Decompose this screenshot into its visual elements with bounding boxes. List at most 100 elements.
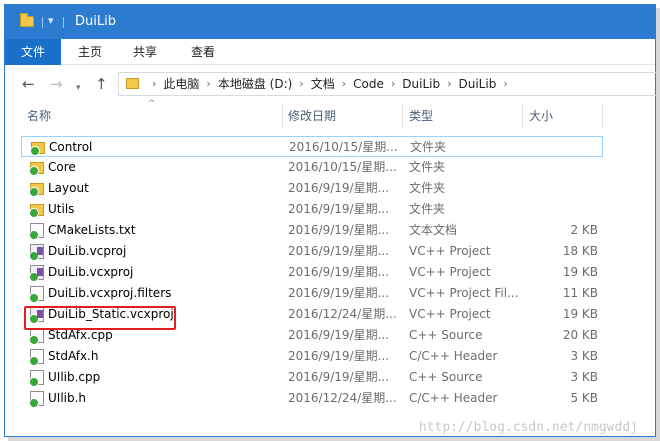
sync-check-icon (29, 208, 39, 218)
column-header-type[interactable]: 类型 (409, 106, 433, 126)
window-shadow (8, 437, 660, 441)
list-item[interactable]: Layout 2016/9/19/星期... 文件夹 (21, 178, 603, 199)
vs-project-icon (29, 265, 44, 282)
column-header-date[interactable]: 修改日期 (288, 106, 336, 126)
sync-check-icon (29, 398, 39, 408)
header-file-icon (29, 349, 44, 366)
sync-check-icon (29, 272, 39, 282)
chevron-right-icon[interactable]: › (199, 73, 217, 95)
file-date: 2016/10/15/星期... (288, 160, 397, 174)
cpp-file-icon (29, 328, 44, 345)
column-header-size[interactable]: 大小 (529, 106, 553, 126)
file-date: 2016/10/15/星期... (289, 140, 398, 154)
file-size: 19 KB (562, 265, 598, 279)
title-bar[interactable]: ▾ DuiLib (5, 5, 655, 39)
list-item[interactable]: Control 2016/10/15/星期... 文件夹 (21, 136, 603, 157)
column-header-name[interactable]: 名称 (27, 106, 51, 126)
folder-icon (29, 204, 44, 218)
file-type: VC++ Project Fil... (409, 286, 519, 300)
text-file-icon (29, 223, 44, 240)
title-separator (63, 17, 64, 28)
sync-check-icon (29, 335, 39, 345)
tab-view[interactable]: 查看 (175, 39, 231, 65)
tab-share[interactable]: 共享 (117, 39, 173, 65)
file-type: 文件夹 (409, 202, 446, 216)
file-type: 文件夹 (409, 181, 446, 195)
up-arrow-icon[interactable]: ↑ (95, 76, 108, 92)
file-date: 2016/9/19/星期... (288, 202, 390, 216)
explorer-window: ▾ DuiLib 文件 主页 共享 查看 ← → ▾ ↑ › 此电脑 › 本地磁… (4, 4, 657, 437)
list-item[interactable]: CMakeLists.txt 2016/9/19/星期... 文本文档 2 KB (21, 220, 603, 241)
chevron-right-icon[interactable]: › (384, 73, 402, 95)
file-name: DuiLib.vcxproj.filters (48, 286, 172, 300)
column-divider[interactable] (402, 105, 403, 129)
file-name: DuiLib.vcproj (48, 244, 127, 258)
sync-check-icon (30, 146, 40, 156)
sync-check-icon (29, 166, 39, 176)
vs-filters-icon (29, 286, 44, 303)
file-date: 2016/9/19/星期... (288, 370, 390, 384)
list-item[interactable]: DuiLib.vcproj 2016/9/19/星期... VC++ Proje… (21, 241, 603, 262)
breadcrumb-item[interactable]: Code (353, 73, 384, 95)
list-item[interactable]: DuiLib.vcxproj.filters 2016/9/19/星期... V… (21, 283, 603, 304)
chevron-right-icon[interactable]: › (496, 73, 514, 95)
chevron-right-icon[interactable]: › (335, 73, 353, 95)
file-type: 文件夹 (409, 160, 446, 174)
breadcrumb-item[interactable]: DuiLib (402, 73, 440, 95)
file-name: Utils (48, 202, 75, 216)
file-type: 文本文档 (409, 223, 458, 237)
back-arrow-icon[interactable]: ← (22, 76, 35, 92)
ribbon-tabs: 文件 主页 共享 查看 (5, 39, 655, 65)
file-date: 2016/9/19/星期... (288, 349, 390, 363)
folder-icon (30, 142, 45, 156)
watermark: http://blog.csdn.net/nmgwddj (418, 420, 638, 435)
file-date: 2016/12/24/星期... (288, 391, 397, 405)
list-item[interactable]: StdAfx.h 2016/9/19/星期... C/C++ Header 3 … (21, 346, 603, 367)
folder-icon (20, 13, 34, 27)
file-type: C++ Source (409, 328, 483, 342)
highlight-box (24, 306, 176, 330)
breadcrumb-item[interactable]: 文档 (311, 73, 335, 95)
column-headers: ^ 名称 修改日期 类型 大小 (5, 99, 655, 131)
quick-access-dropdown-icon[interactable]: ▾ (48, 14, 54, 27)
list-item[interactable]: UIlib.cpp 2016/9/19/星期... C++ Source 3 K… (21, 367, 603, 388)
file-name: Core (48, 160, 76, 174)
file-size: 11 KB (562, 286, 598, 300)
chevron-right-icon[interactable]: › (440, 73, 458, 95)
address-bar[interactable]: › 此电脑 › 本地磁盘 (D:) › 文档 › Code › DuiLib ›… (118, 72, 657, 96)
list-item[interactable]: UIlib.h 2016/12/24/星期... C/C++ Header 5 … (21, 388, 603, 409)
column-divider[interactable] (522, 105, 523, 129)
forward-arrow-icon[interactable]: → (50, 76, 63, 92)
file-name: UIlib.cpp (48, 370, 101, 384)
file-date: 2016/9/19/星期... (288, 328, 390, 342)
tab-home[interactable]: 主页 (65, 39, 115, 65)
chevron-right-icon[interactable]: › (292, 73, 310, 95)
breadcrumb-item[interactable]: 本地磁盘 (D:) (218, 73, 292, 95)
cpp-file-icon (29, 370, 44, 387)
chevron-right-icon[interactable]: › (145, 73, 163, 95)
file-size: 3 KB (570, 370, 598, 384)
list-item[interactable]: Core 2016/10/15/星期... 文件夹 (21, 157, 603, 178)
recent-locations-dropdown-icon[interactable]: ▾ (76, 80, 81, 96)
breadcrumb-item[interactable]: 此电脑 (163, 73, 199, 95)
file-type: C/C++ Header (409, 349, 498, 363)
file-size: 5 KB (570, 391, 598, 405)
file-name: CMakeLists.txt (48, 223, 136, 237)
breadcrumb-item[interactable]: DuiLib (459, 73, 497, 95)
file-date: 2016/12/24/星期... (288, 307, 397, 321)
file-type: VC++ Project (409, 307, 491, 321)
list-item[interactable]: Utils 2016/9/19/星期... 文件夹 (21, 199, 603, 220)
file-type: C++ Source (409, 370, 483, 384)
navigation-bar: ← → ▾ ↑ › 此电脑 › 本地磁盘 (D:) › 文档 › Code › … (5, 67, 657, 101)
file-name: Layout (48, 181, 89, 195)
window-title: DuiLib (75, 14, 116, 29)
folder-icon (29, 183, 44, 197)
column-divider[interactable] (602, 105, 603, 129)
column-divider[interactable] (282, 105, 283, 129)
sort-ascending-icon: ^ (148, 99, 156, 109)
tab-file[interactable]: 文件 (5, 39, 61, 65)
file-size: 19 KB (562, 307, 598, 321)
file-type: VC++ Project (409, 244, 491, 258)
file-name: UIlib.h (48, 391, 87, 405)
list-item[interactable]: DuiLib.vcxproj 2016/9/19/星期... VC++ Proj… (21, 262, 603, 283)
